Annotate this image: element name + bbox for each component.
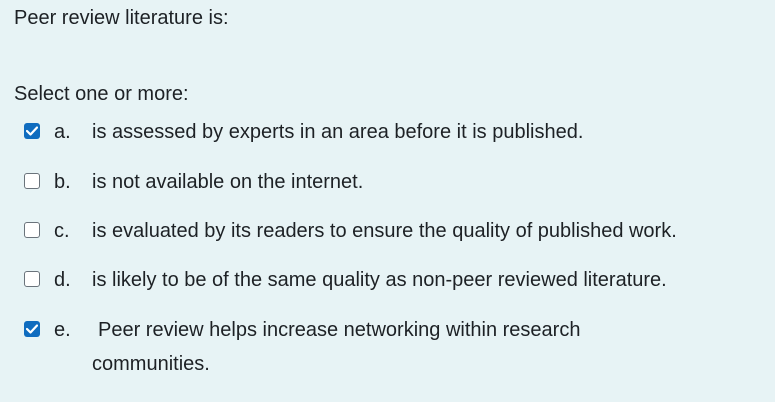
option-a-label[interactable]: is assessed by experts in an area before… [92, 120, 583, 144]
option-c-label[interactable]: is evaluated by its readers to ensure th… [92, 219, 677, 243]
option-c-checkbox[interactable] [24, 222, 40, 238]
option-e-checkbox[interactable] [24, 321, 40, 337]
option-a-letter: a. [54, 121, 71, 143]
option-a-checkbox[interactable] [24, 123, 40, 139]
option-d-letter: d. [54, 269, 71, 291]
option-e-label[interactable]: Peer review helps increase networking wi… [92, 313, 652, 381]
option-c-letter: c. [54, 220, 70, 242]
option-b-label[interactable]: is not available on the internet. [92, 170, 363, 194]
option-d-checkbox[interactable] [24, 271, 40, 287]
checkmark-icon [26, 126, 38, 136]
option-b-letter: b. [54, 171, 71, 193]
select-prompt: Select one or more: [14, 83, 189, 105]
option-d-label[interactable]: is likely to be of the same quality as n… [92, 268, 667, 292]
question-text: Peer review literature is: [14, 7, 229, 29]
checkmark-icon [26, 324, 38, 334]
option-e-letter: e. [54, 319, 71, 341]
option-b-checkbox[interactable] [24, 173, 40, 189]
